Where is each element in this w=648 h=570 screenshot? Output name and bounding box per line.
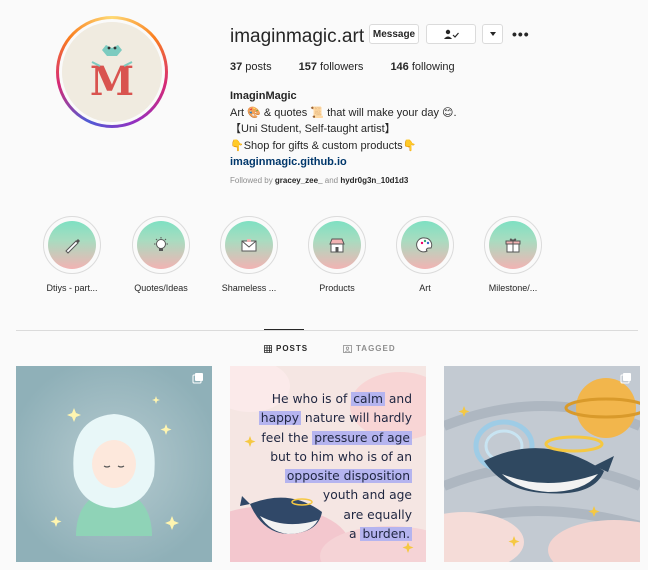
more-options-icon[interactable]: ••• <box>512 26 530 42</box>
highlight-milestone[interactable]: Milestone/... <box>476 216 550 293</box>
highlight-cover <box>489 221 537 269</box>
bio: ImaginMagic Art 🎨 & quotes 📜 that will m… <box>230 88 490 171</box>
following-count[interactable]: 146 following <box>390 61 454 73</box>
chevron-down-icon <box>489 32 496 36</box>
highlight-cover <box>313 221 361 269</box>
pen-icon <box>65 239 80 254</box>
highlight-ring <box>220 216 278 274</box>
highlight-ring <box>396 216 454 274</box>
girl-illustration-image <box>16 366 212 562</box>
highlight-quotes-ideas[interactable]: Quotes/Ideas <box>124 216 198 293</box>
highlight-label: Shameless ... <box>221 283 277 293</box>
shop-icon <box>329 238 345 253</box>
highlight-ring <box>308 216 366 274</box>
website-link[interactable]: imaginmagic.github.io <box>230 154 490 171</box>
following-button[interactable] <box>426 24 476 44</box>
tab-tagged[interactable]: TAGGED <box>343 344 396 353</box>
multiple-images-icon <box>620 373 631 384</box>
envelope-icon <box>241 239 257 252</box>
highlight-cover <box>137 221 185 269</box>
username: imaginmagic.art <box>230 26 365 47</box>
gift-icon <box>505 238 521 253</box>
followers-count[interactable]: 157 followers <box>299 61 364 73</box>
active-tab-indicator <box>264 329 304 330</box>
bio-line-2: 【Uni Student, Self-taught artist】 <box>230 123 396 135</box>
highlight-label: Dtiys - part... <box>46 283 98 293</box>
highlight-cover <box>225 221 273 269</box>
highlight-cover <box>401 221 449 269</box>
highlight-ring <box>484 216 542 274</box>
highlight-shameless[interactable]: Shameless ... <box>212 216 286 293</box>
tab-posts[interactable]: POSTS <box>264 344 308 353</box>
lightbulb-icon <box>154 237 168 251</box>
follower-link-1[interactable]: gracey_zee_ <box>275 176 323 185</box>
post-thumbnail[interactable] <box>444 366 640 562</box>
highlight-ring <box>43 216 101 274</box>
grid-icon <box>264 344 272 353</box>
follower-link-2[interactable]: hydr0g3n_10d1d3 <box>340 176 408 185</box>
highlight-cover <box>48 221 96 269</box>
palette-icon <box>416 237 433 253</box>
highlight-dtiys[interactable]: Dtiys - part... <box>35 216 109 293</box>
suggestions-dropdown-button[interactable] <box>482 24 503 44</box>
highlight-label: Products <box>319 283 355 293</box>
avatar: M <box>62 22 162 122</box>
m-logo-icon: M <box>62 22 162 122</box>
highlight-art[interactable]: Art <box>388 216 462 293</box>
highlight-ring <box>132 216 190 274</box>
bio-line-3: 👇Shop for gifts & custom products👇 <box>230 139 417 152</box>
highlight-products[interactable]: Products <box>300 216 374 293</box>
profile-avatar[interactable]: M <box>56 16 168 128</box>
profile-stats: 37 posts 157 followers 146 following <box>230 61 482 73</box>
highlight-label: Milestone/... <box>488 283 538 293</box>
followed-by[interactable]: Followed by gracey_zee_ and hydr0g3n_10d… <box>230 176 408 185</box>
person-check-icon <box>444 29 459 39</box>
whale-planet-image <box>444 366 640 562</box>
bio-line-1: Art 🎨 & quotes 📜 that will make your day… <box>230 106 457 119</box>
tabs-divider <box>16 330 638 331</box>
highlight-label: Quotes/Ideas <box>134 283 188 293</box>
posts-count[interactable]: 37 posts <box>230 61 272 73</box>
post-thumbnail[interactable] <box>16 366 212 562</box>
highlight-label: Art <box>419 283 431 293</box>
message-button[interactable]: Message <box>369 24 419 44</box>
quote-text: He who is of calm and happy nature will … <box>258 392 412 542</box>
post-thumbnail[interactable]: He who is of calm and happy nature will … <box>230 366 426 562</box>
tagged-icon <box>343 344 352 353</box>
multiple-images-icon <box>192 373 203 384</box>
display-name: ImaginMagic <box>230 90 297 102</box>
